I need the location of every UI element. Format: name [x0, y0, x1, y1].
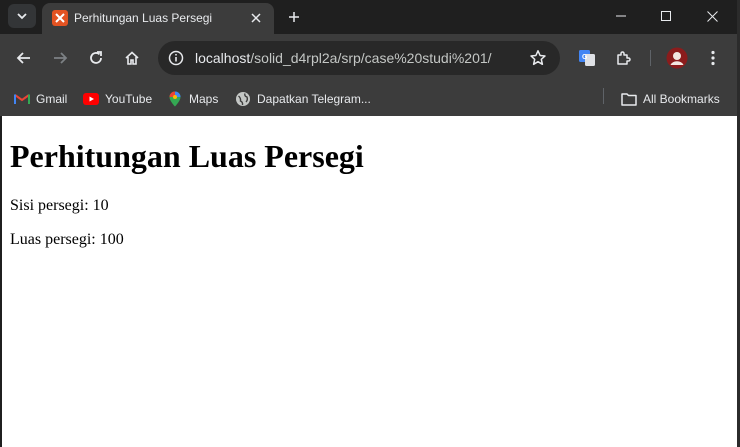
puzzle-icon	[617, 51, 631, 65]
all-bookmarks-button[interactable]: All Bookmarks	[621, 88, 720, 110]
kebab-menu-icon	[711, 50, 715, 66]
close-icon	[706, 10, 718, 22]
bookmark-label: Maps	[189, 92, 219, 106]
star-icon	[530, 50, 546, 66]
arrow-right-icon	[54, 52, 68, 64]
bookmark-label: Dapatkan Telegram...	[257, 92, 371, 106]
url-path: /solid_d4rpl2a/srp/case%20studi%201/	[250, 50, 492, 66]
home-button[interactable]	[118, 44, 146, 72]
toolbar-divider	[650, 50, 651, 66]
tab-close-button[interactable]	[246, 8, 266, 28]
translate-extension-button[interactable]: G	[573, 44, 601, 72]
bookmark-star-button[interactable]	[528, 48, 548, 68]
url-text: localhost/solid_d4rpl2a/srp/case%20studi…	[195, 50, 492, 66]
close-window-button[interactable]	[689, 0, 735, 32]
tab-title: Perhitungan Luas Persegi	[74, 11, 213, 25]
close-icon	[251, 13, 261, 23]
bookmark-telegram[interactable]: Dapatkan Telegram...	[235, 88, 371, 110]
bookmark-label: Gmail	[36, 92, 68, 106]
tab-strip: Perhitungan Luas Persegi	[0, 0, 737, 34]
page-title: Perhitungan Luas Persegi	[10, 138, 364, 174]
browser-window: Perhitungan Luas Persegi localhost/solid…	[0, 0, 737, 447]
extensions-button[interactable]	[609, 44, 637, 72]
area-result-text: Luas persegi: 100	[10, 231, 124, 248]
side-length-text: Sisi persegi: 10	[10, 197, 109, 214]
bookmarks-divider	[603, 88, 604, 104]
bookmark-gmail[interactable]: Gmail	[14, 88, 67, 110]
maximize-icon	[661, 11, 671, 21]
bookmarks-bar: Gmail YouTube Maps Dapatkan Telegram... …	[0, 82, 737, 116]
arrow-left-icon	[16, 52, 30, 64]
forward-button[interactable]	[46, 44, 74, 72]
all-bookmarks-label: All Bookmarks	[643, 92, 720, 106]
bookmark-label: YouTube	[105, 92, 153, 106]
info-icon[interactable]	[166, 48, 186, 68]
plus-icon	[289, 12, 299, 22]
reload-button[interactable]	[82, 44, 110, 72]
svg-text:G: G	[582, 54, 588, 61]
xampp-icon	[52, 10, 68, 26]
youtube-icon	[83, 91, 99, 107]
maximize-button[interactable]	[643, 0, 689, 32]
folder-icon	[621, 91, 637, 107]
tab-active[interactable]: Perhitungan Luas Persegi	[42, 3, 274, 34]
home-icon	[125, 51, 139, 65]
menu-button[interactable]	[699, 44, 727, 72]
gmail-icon	[14, 91, 30, 107]
globe-icon	[235, 91, 251, 107]
url-host: localhost	[195, 50, 251, 66]
maps-icon	[167, 91, 183, 107]
new-tab-button[interactable]	[282, 5, 306, 29]
toolbar: localhost/solid_d4rpl2a/srp/case%20studi…	[0, 34, 737, 82]
page-content: Perhitungan Luas Persegi Sisi persegi: 1…	[2, 116, 737, 447]
profile-avatar[interactable]	[663, 44, 691, 72]
minimize-button[interactable]	[598, 0, 644, 32]
tab-search-button[interactable]	[8, 4, 36, 28]
minimize-icon	[616, 15, 626, 17]
bookmark-youtube[interactable]: YouTube	[83, 88, 152, 110]
avatar-icon	[666, 47, 688, 69]
google-translate-icon: G	[579, 50, 595, 66]
back-button[interactable]	[10, 44, 38, 72]
reload-icon	[90, 51, 102, 64]
chevron-down-icon	[17, 13, 27, 20]
address-bar[interactable]: localhost/solid_d4rpl2a/srp/case%20studi…	[158, 41, 560, 75]
bookmark-maps[interactable]: Maps	[167, 88, 218, 110]
